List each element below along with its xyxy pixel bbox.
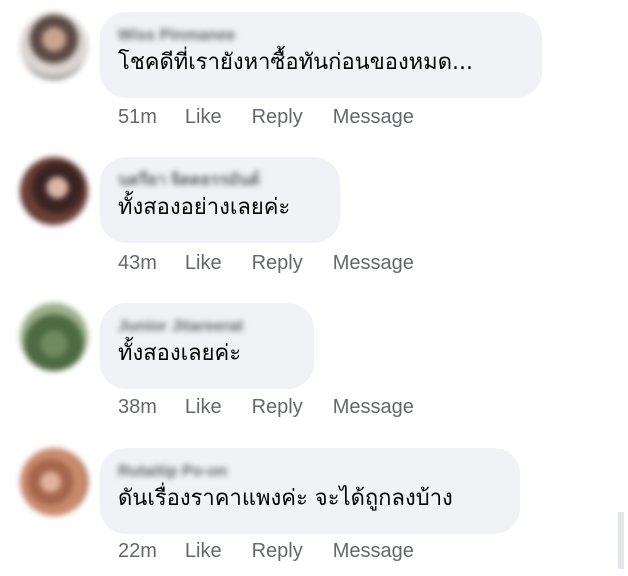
comment-actions: 43m Like Reply Message [118,252,414,275]
scrollbar-edge[interactable] [618,512,624,569]
avatar[interactable] [20,157,88,225]
comment-item: Junior Jitareerat ทั้งสองเลยค่ะ 38m Like… [0,291,628,431]
comment-text: ทั้งสองเลยค่ะ [118,341,242,366]
comment-text: ทั้งสองอย่างเลยค่ะ [118,195,291,220]
comment-bubble: Rutaitip Po-on ดันเรื่องราคาแพงค่ะ จะได้… [100,448,520,534]
avatar[interactable] [20,12,88,80]
comment-timestamp[interactable]: 51m [118,106,157,129]
comment-text: ดันเรื่องราคาแพงค่ะ จะได้ถูกลงบ้าง [118,486,453,511]
like-button[interactable]: Like [185,540,222,563]
comment-actions: 51m Like Reply Message [118,106,414,129]
comment-actions: 38m Like Reply Message [118,396,414,419]
comment-item: Rutaitip Po-on ดันเรื่องราคาแพงค่ะ จะได้… [0,436,628,576]
comment-bubble: นตรียา จิตตธรรมันต์ ทั้งสองอย่างเลยค่ะ [100,157,340,243]
message-button[interactable]: Message [333,106,414,129]
message-button[interactable]: Message [333,252,414,275]
comment-timestamp[interactable]: 22m [118,540,157,563]
like-button[interactable]: Like [185,396,222,419]
comment-item: Wiss Pinmanee โชคดีที่เรายังหาซื้อทันก่อ… [0,0,628,140]
message-button[interactable]: Message [333,396,414,419]
comment-item: นตรียา จิตตธรรมันต์ ทั้งสองอย่างเลยค่ะ 4… [0,145,628,285]
reply-button[interactable]: Reply [252,252,303,275]
avatar[interactable] [20,448,88,516]
comment-timestamp[interactable]: 38m [118,396,157,419]
message-button[interactable]: Message [333,540,414,563]
reply-button[interactable]: Reply [252,396,303,419]
comment-actions: 22m Like Reply Message [118,540,414,563]
comment-bubble: Wiss Pinmanee โชคดีที่เรายังหาซื้อทันก่อ… [100,12,542,98]
like-button[interactable]: Like [185,252,222,275]
reply-button[interactable]: Reply [252,540,303,563]
avatar[interactable] [20,303,88,371]
comment-author[interactable]: Wiss Pinmanee [118,26,522,46]
reply-button[interactable]: Reply [252,106,303,129]
comment-timestamp[interactable]: 43m [118,252,157,275]
comment-text: โชคดีที่เรายังหาซื้อทันก่อนของหมด... [118,50,473,75]
comment-author[interactable]: Rutaitip Po-on [118,462,500,482]
like-button[interactable]: Like [185,106,222,129]
comment-bubble: Junior Jitareerat ทั้งสองเลยค่ะ [100,303,314,389]
comment-author[interactable]: Junior Jitareerat [118,317,294,337]
comment-author[interactable]: นตรียา จิตตธรรมันต์ [118,171,320,191]
